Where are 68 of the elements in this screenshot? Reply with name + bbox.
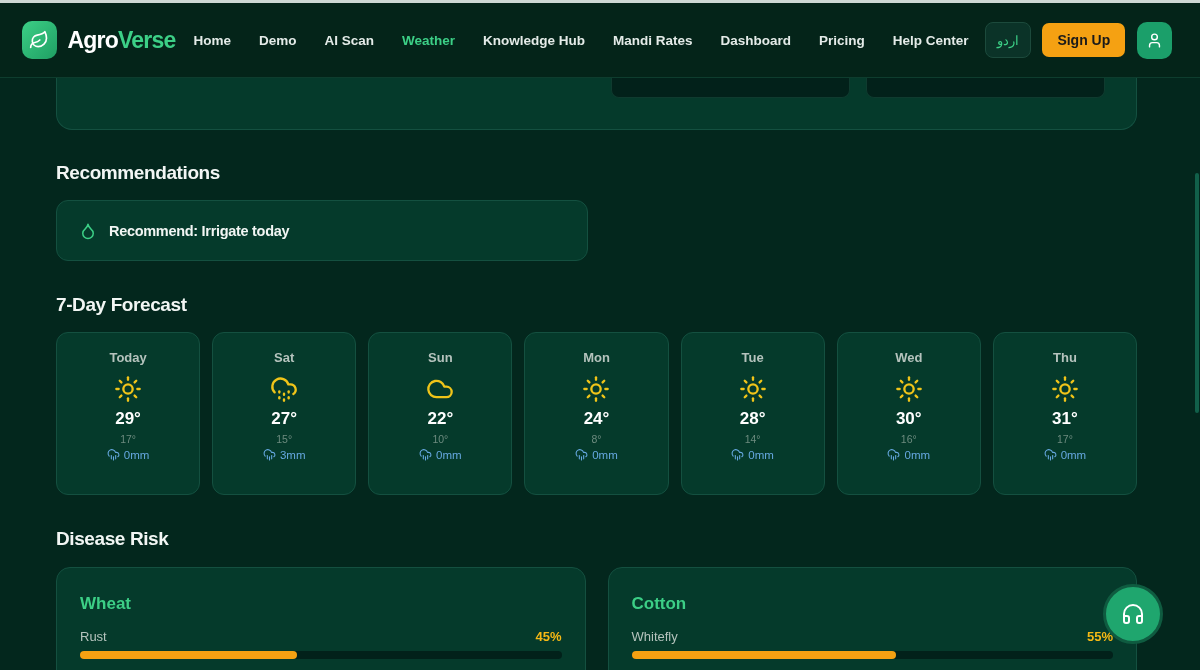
rain-icon xyxy=(262,448,276,461)
nav-link[interactable]: Pricing xyxy=(805,32,879,48)
high-temperature: 22° xyxy=(427,409,454,429)
leaf-logo-icon xyxy=(22,21,57,59)
nav-link[interactable]: Mandi Rates xyxy=(599,32,707,48)
high-temperature: 28° xyxy=(739,409,766,429)
sun-icon xyxy=(738,375,767,403)
disease-name: Rust xyxy=(80,629,107,644)
low-temperature: 16° xyxy=(900,433,917,445)
nav-link[interactable]: Weather xyxy=(388,32,470,48)
nav-link[interactable]: Help Center xyxy=(878,32,983,48)
rain-icon xyxy=(1043,448,1057,461)
high-temperature: 30° xyxy=(895,409,922,429)
rainfall-amount: 0mm xyxy=(436,448,462,461)
nav-link[interactable]: Dashboard xyxy=(706,32,806,48)
high-temperature: 24° xyxy=(583,409,610,429)
nav-link[interactable]: AI Scan xyxy=(310,32,388,48)
day-name: Wed xyxy=(895,350,923,365)
day-name: Today xyxy=(109,350,147,365)
language-button[interactable]: اردو xyxy=(984,22,1032,58)
recommendation-text: Recommend: Irrigate today xyxy=(109,222,290,239)
low-temperature: 8° xyxy=(591,433,602,445)
rainfall-amount: 3mm xyxy=(279,448,306,461)
crop-name: Wheat xyxy=(80,594,132,614)
crop-name: Cotton xyxy=(631,594,688,614)
low-temperature: 17° xyxy=(1056,433,1073,445)
rain-icon xyxy=(731,448,745,461)
low-temperature: 15° xyxy=(276,433,293,445)
risk-percentage: 45% xyxy=(535,629,562,644)
rain-icon xyxy=(575,448,589,461)
user-profile-button[interactable] xyxy=(1137,21,1172,59)
rainfall-amount: 0mm xyxy=(1060,448,1087,461)
sun-icon xyxy=(582,375,611,403)
day-name: Sat xyxy=(274,350,295,365)
day-name: Tue xyxy=(741,350,764,365)
high-temperature: 31° xyxy=(1052,409,1078,429)
rainfall-amount: 0mm xyxy=(592,448,618,461)
high-temperature: 27° xyxy=(271,409,298,429)
rainfall-amount: 0mm xyxy=(123,448,150,461)
risk-percentage: 55% xyxy=(1086,629,1113,644)
rain-cloud-icon xyxy=(270,375,299,403)
scrollbar-thumb[interactable] xyxy=(1195,173,1199,413)
nav-link[interactable]: Knowledge Hub xyxy=(469,32,600,48)
high-temperature: 29° xyxy=(115,409,141,429)
rain-icon xyxy=(106,448,120,461)
low-temperature: 17° xyxy=(120,433,136,445)
sun-icon xyxy=(114,375,143,403)
disease-name: Whitefly xyxy=(631,629,678,644)
sun-icon xyxy=(1050,375,1079,403)
section-title: Recommendations xyxy=(56,162,221,184)
section-title: Disease Risk xyxy=(56,528,170,550)
rain-icon xyxy=(419,448,433,461)
rainfall-amount: 0mm xyxy=(904,448,931,461)
day-name: Mon xyxy=(583,350,610,365)
low-temperature: 14° xyxy=(744,433,761,445)
headphones-icon xyxy=(1121,602,1145,626)
brand-name: AgroVerse xyxy=(67,26,176,54)
nav-link[interactable]: Demo xyxy=(244,32,311,48)
section-title: 7-Day Forecast xyxy=(56,294,188,316)
low-temperature: 10° xyxy=(432,433,449,445)
day-name: Thu xyxy=(1053,350,1077,365)
rainfall-amount: 0mm xyxy=(748,448,774,461)
sun-icon xyxy=(894,375,923,403)
day-name: Sun xyxy=(428,350,453,365)
sign-up-button[interactable]: Sign Up xyxy=(1042,23,1126,57)
rain-icon xyxy=(887,448,901,461)
nav-link[interactable]: Home xyxy=(179,32,245,48)
droplet-icon xyxy=(79,221,97,240)
